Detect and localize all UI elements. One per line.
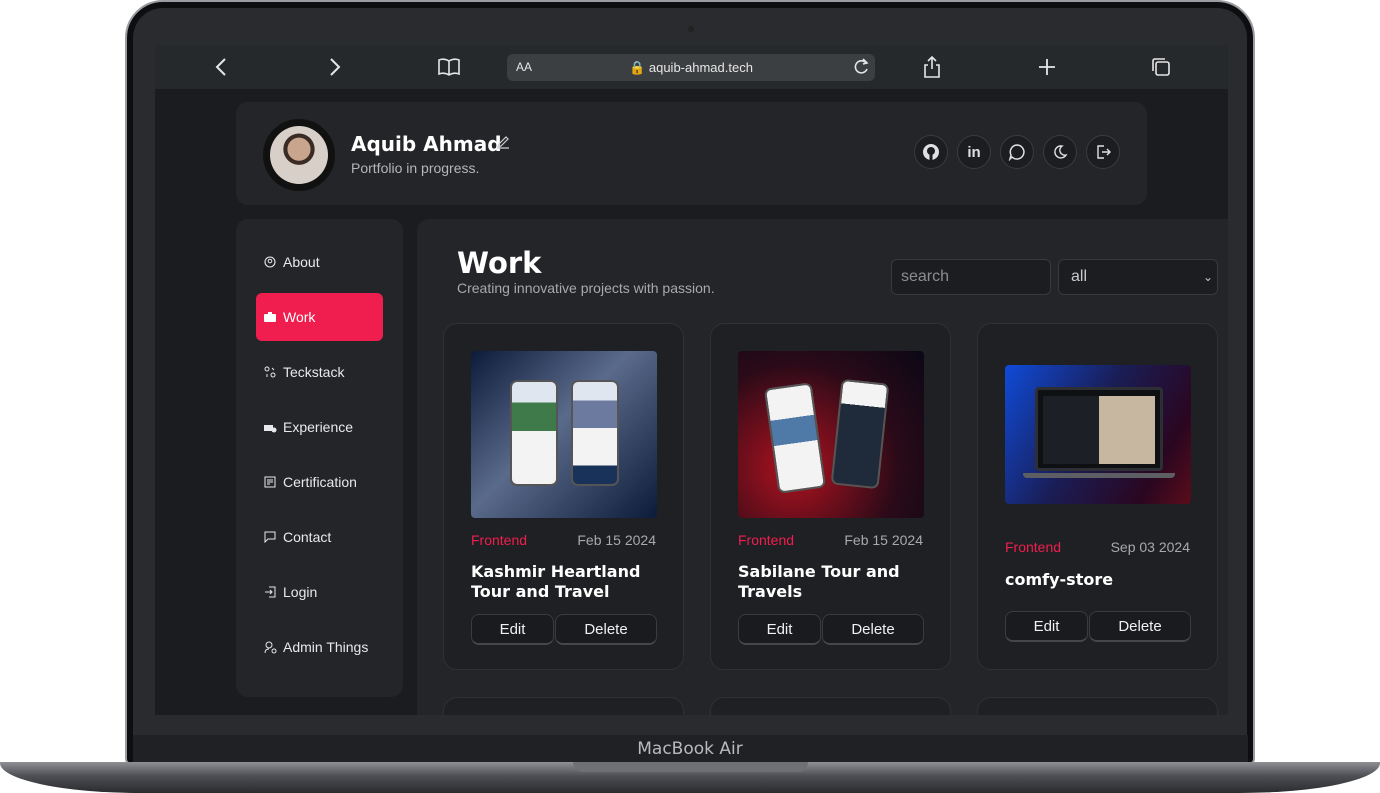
- project-thumbnail: [738, 351, 924, 518]
- whatsapp-icon[interactable]: [1000, 135, 1034, 169]
- url-text: 🔒 aquib-ahmad.tech: [629, 60, 753, 75]
- sidebar-item-label: Login: [283, 584, 318, 600]
- work-panel: Work Creating innovative projects with p…: [417, 219, 1228, 715]
- project-thumbnail: [1005, 365, 1191, 504]
- edit-button[interactable]: Edit: [738, 614, 821, 645]
- project-card-partial: [443, 697, 684, 715]
- user-gear-icon: [263, 640, 277, 654]
- sidebar-item-label: Work: [283, 309, 316, 325]
- message-icon: [263, 530, 277, 544]
- project-card-partial: [977, 697, 1218, 715]
- category-filter-select[interactable]: all ⌄: [1058, 259, 1218, 295]
- search-input[interactable]: search: [891, 259, 1051, 295]
- avatar: [263, 119, 335, 191]
- sidebar-item-about[interactable]: About: [256, 238, 383, 286]
- sidebar-item-label: Contact: [283, 529, 332, 545]
- sidebar-item-certification[interactable]: Certification: [256, 458, 383, 506]
- screen: AA 🔒 aquib-ahmad.tech Aquib Ahmad Portfo…: [155, 45, 1228, 715]
- login-icon: [263, 585, 277, 599]
- project-category: Frontend: [738, 532, 795, 548]
- project-title: Sabilane Tour and Travels: [738, 562, 900, 601]
- project-category: Frontend: [471, 532, 528, 548]
- sidebar: About Work Teckstack Experience Certific…: [236, 219, 403, 697]
- sidebar-item-label: About: [283, 254, 320, 270]
- profile-tagline: Portfolio in progress.: [351, 160, 480, 176]
- project-date: Sep 03 2024: [1110, 539, 1190, 555]
- sidebar-item-login[interactable]: Login: [256, 568, 383, 616]
- model-label: MacBook Air: [637, 739, 743, 759]
- sidebar-item-experience[interactable]: Experience: [256, 403, 383, 451]
- briefcase-icon: [263, 310, 277, 324]
- new-tab-icon[interactable]: [1035, 55, 1059, 79]
- edit-button[interactable]: Edit: [471, 614, 554, 645]
- page-subtitle: Creating innovative projects with passio…: [457, 280, 715, 296]
- delete-button[interactable]: Delete: [1089, 611, 1191, 642]
- project-card-partial: [710, 697, 951, 715]
- sidebar-item-admin-things[interactable]: Admin Things: [256, 623, 383, 671]
- project-card[interactable]: Frontend Feb 15 2024 Kashmir Heartland T…: [443, 323, 684, 670]
- address-bar[interactable]: AA 🔒 aquib-ahmad.tech: [507, 54, 875, 81]
- stack-icon: [263, 365, 277, 379]
- lock-icon: 🔒: [629, 60, 646, 75]
- laptop-frame: AA 🔒 aquib-ahmad.tech Aquib Ahmad Portfo…: [0, 0, 1380, 793]
- browser-toolbar: AA 🔒 aquib-ahmad.tech: [155, 45, 1228, 89]
- project-card[interactable]: Frontend Sep 03 2024 comfy-store Edit De…: [977, 323, 1218, 670]
- delete-button[interactable]: Delete: [555, 614, 657, 645]
- profile-card: Aquib Ahmad Portfolio in progress. in: [236, 102, 1147, 205]
- car-icon: [263, 420, 277, 434]
- page-title: Work: [457, 246, 542, 280]
- sidebar-item-label: Admin Things: [283, 639, 369, 655]
- tabs-icon[interactable]: [1149, 55, 1173, 79]
- chevron-down-icon: ⌄: [1202, 270, 1213, 284]
- sidebar-item-work[interactable]: Work: [256, 293, 383, 341]
- user-circle-icon: [263, 255, 277, 269]
- moon-icon[interactable]: [1043, 135, 1077, 169]
- edit-button[interactable]: Edit: [1005, 611, 1088, 642]
- book-icon[interactable]: [437, 55, 461, 79]
- delete-button[interactable]: Delete: [822, 614, 924, 645]
- certificate-icon: [263, 475, 277, 489]
- sidebar-item-label: Experience: [283, 419, 354, 435]
- sidebar-item-teckstack[interactable]: Teckstack: [256, 348, 383, 396]
- linkedin-icon[interactable]: in: [957, 135, 991, 169]
- project-category: Frontend: [1005, 539, 1062, 555]
- forward-icon[interactable]: [323, 55, 347, 79]
- project-title: comfy-store: [1005, 570, 1114, 589]
- share-icon[interactable]: [920, 55, 944, 79]
- profile-name: Aquib Ahmad: [351, 132, 502, 156]
- sidebar-item-label: Teckstack: [283, 364, 345, 380]
- project-title: Kashmir Heartland Tour and Travel: [471, 562, 641, 601]
- edit-pencil-icon[interactable]: [496, 135, 510, 154]
- github-icon[interactable]: [914, 135, 948, 169]
- sidebar-item-contact[interactable]: Contact: [256, 513, 383, 561]
- project-date: Feb 15 2024: [844, 532, 923, 548]
- laptop-notch: [573, 762, 808, 772]
- project-card[interactable]: Frontend Feb 15 2024 Sabilane Tour and T…: [710, 323, 951, 670]
- reload-icon[interactable]: [853, 58, 869, 81]
- logout-icon[interactable]: [1086, 135, 1120, 169]
- project-date: Feb 15 2024: [577, 532, 656, 548]
- back-icon[interactable]: [209, 55, 233, 79]
- camera-dot: [688, 26, 694, 32]
- project-thumbnail: [471, 351, 657, 518]
- sidebar-item-label: Certification: [283, 474, 357, 490]
